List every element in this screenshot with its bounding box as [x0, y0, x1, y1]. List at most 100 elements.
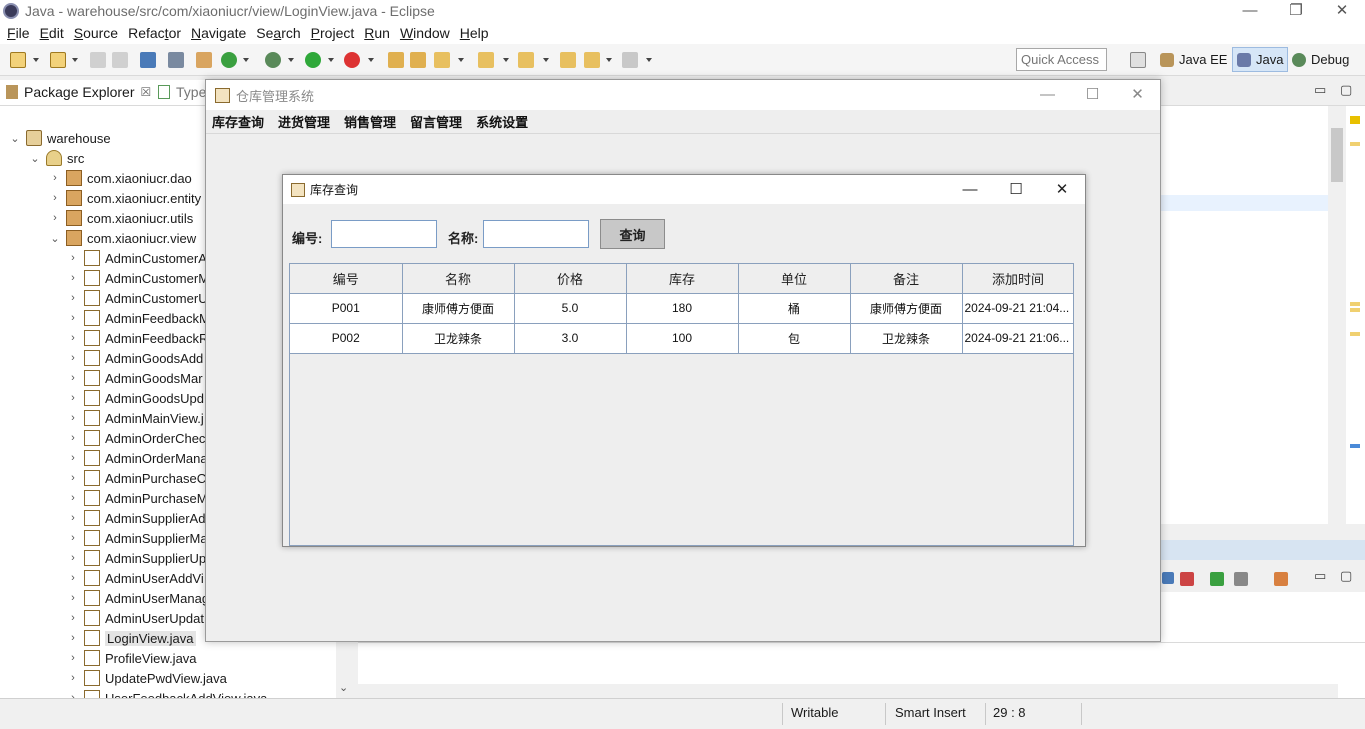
chevron-right-icon[interactable]: ›: [68, 652, 78, 664]
chevron-down-icon[interactable]: [458, 58, 464, 62]
tab-package-explorer[interactable]: Package Explorer ☒: [6, 84, 151, 100]
chevron-right-icon[interactable]: ›: [68, 372, 78, 384]
editor-horizontal-scrollbar[interactable]: [1160, 524, 1346, 538]
chevron-down-icon[interactable]: [646, 58, 652, 62]
tree-item[interactable]: ⌄ com.xiaoniucr.view: [50, 228, 196, 248]
tree-item[interactable]: › AdminSupplierMa: [68, 528, 208, 548]
menu-item[interactable]: Search: [256, 25, 300, 41]
tree-item[interactable]: › AdminSupplierAd: [68, 508, 205, 528]
table-cell[interactable]: 卫龙辣条: [850, 323, 963, 354]
warning-marker[interactable]: [1350, 116, 1360, 124]
remove-launch-icon[interactable]: [1180, 572, 1194, 586]
quick-access-input[interactable]: [1016, 48, 1107, 71]
save-icon[interactable]: [90, 52, 106, 68]
save-all-icon[interactable]: [112, 52, 128, 68]
open-console-icon[interactable]: [1274, 572, 1288, 586]
table-cell[interactable]: 桶: [738, 293, 851, 324]
menu-item[interactable]: Window: [400, 25, 450, 41]
prev-annotation-icon[interactable]: [518, 52, 534, 68]
chevron-down-icon[interactable]: [288, 58, 294, 62]
tree-item[interactable]: › AdminCustomerU: [68, 288, 208, 308]
tree-item[interactable]: › AdminGoodsMar: [68, 368, 203, 388]
chevron-down-icon[interactable]: [328, 58, 334, 62]
perspective-java[interactable]: Java: [1232, 47, 1289, 72]
column-header[interactable]: 备注: [850, 264, 963, 294]
chevron-right-icon[interactable]: ›: [68, 672, 78, 684]
table-row[interactable]: P002 卫龙辣条 3.0 100 包卫龙辣条 2024-09-21 21:06...: [290, 323, 1073, 354]
chevron-right-icon[interactable]: ›: [68, 492, 78, 504]
chevron-right-icon[interactable]: ›: [68, 452, 78, 464]
back-arrow-icon[interactable]: [584, 52, 600, 68]
debug-icon[interactable]: [265, 52, 281, 68]
table-cell[interactable]: 180: [626, 293, 739, 324]
display-console-icon[interactable]: [1234, 572, 1248, 586]
chevron-right-icon[interactable]: ›: [68, 272, 78, 284]
column-header[interactable]: 库存: [626, 264, 739, 294]
tree-item[interactable]: › AdminFeedbackR: [68, 328, 208, 348]
new-icon[interactable]: [10, 52, 26, 68]
chevron-right-icon[interactable]: ›: [68, 552, 78, 564]
code-editor[interactable]: [1160, 106, 1328, 524]
tree-item[interactable]: › AdminCustomerM: [68, 268, 209, 288]
annotation-marker[interactable]: [1350, 302, 1360, 306]
tree-item[interactable]: › LoginView.java: [68, 628, 196, 648]
last-edit-icon[interactable]: [560, 52, 576, 68]
maximize-icon[interactable]: ▢: [1340, 82, 1352, 98]
minimize-icon[interactable]: ▭: [1314, 82, 1326, 98]
minimize-button[interactable]: —: [1025, 80, 1070, 110]
tree-item[interactable]: › AdminUserUpdat: [68, 608, 204, 628]
chevron-down-icon[interactable]: [503, 58, 509, 62]
chevron-right-icon[interactable]: ›: [68, 292, 78, 304]
next-annotation-icon[interactable]: [478, 52, 494, 68]
chevron-right-icon[interactable]: ›: [68, 472, 78, 484]
external-tools-icon[interactable]: [344, 52, 360, 68]
search-icon[interactable]: [434, 52, 450, 68]
refresh-icon[interactable]: [221, 52, 237, 68]
tree-item[interactable]: › AdminOrderMana: [68, 448, 208, 468]
tree-item[interactable]: › UserFeedbackAddView.java: [68, 688, 267, 698]
column-header[interactable]: 单位: [738, 264, 851, 294]
tree-item[interactable]: › AdminFeedbackM: [68, 308, 210, 328]
perspective-debug[interactable]: Debug: [1288, 47, 1353, 72]
tree-item[interactable]: › UpdatePwdView.java: [68, 668, 227, 688]
tree-item[interactable]: › com.xiaoniucr.utils: [50, 208, 193, 228]
column-header[interactable]: 编号: [290, 264, 403, 294]
tree-item[interactable]: › AdminCustomerA: [68, 248, 207, 268]
chevron-down-icon[interactable]: [543, 58, 549, 62]
menu-inventory-query[interactable]: 库存查询: [212, 112, 264, 131]
chevron-right-icon[interactable]: ›: [68, 532, 78, 544]
menu-item[interactable]: File: [7, 25, 30, 41]
table-cell[interactable]: 包: [738, 323, 851, 354]
tree-item[interactable]: › AdminUserManag: [68, 588, 209, 608]
name-input[interactable]: [483, 220, 589, 248]
chevron-down-icon[interactable]: [33, 58, 39, 62]
menu-item[interactable]: Navigate: [191, 25, 246, 41]
chevron-right-icon[interactable]: ›: [68, 312, 78, 324]
tree-item[interactable]: › com.xiaoniucr.dao: [50, 168, 192, 188]
menu-system-settings[interactable]: 系统设置: [476, 112, 528, 131]
inventory-window-title-bar[interactable]: 库存查询 — ☐ ✕: [283, 175, 1085, 204]
console-display-icon[interactable]: [1162, 572, 1174, 584]
chevron-down-icon[interactable]: [368, 58, 374, 62]
search-marker[interactable]: [1350, 444, 1360, 448]
annotation-marker[interactable]: [1350, 142, 1360, 146]
menu-sales-management[interactable]: 销售管理: [344, 112, 396, 131]
build-icon[interactable]: [196, 52, 212, 68]
menu-item[interactable]: Run: [364, 25, 390, 41]
minimize-button[interactable]: —: [1227, 0, 1273, 22]
menu-item[interactable]: Source: [74, 25, 118, 41]
column-header[interactable]: 价格: [514, 264, 627, 294]
chevron-down-icon[interactable]: ⌄: [339, 681, 348, 694]
new-package-icon[interactable]: [50, 52, 66, 68]
tree-item[interactable]: › com.xiaoniucr.entity: [50, 188, 201, 208]
chevron-right-icon[interactable]: ›: [50, 212, 60, 224]
table-cell[interactable]: 卫龙辣条: [402, 323, 515, 354]
perspective-java-ee[interactable]: Java EE: [1156, 47, 1231, 72]
chevron-down-icon[interactable]: [243, 58, 249, 62]
chevron-right-icon[interactable]: ›: [68, 592, 78, 604]
chevron-right-icon[interactable]: ›: [50, 192, 60, 204]
menu-item[interactable]: Help: [460, 25, 489, 41]
chevron-down-icon[interactable]: [606, 58, 612, 62]
table-cell[interactable]: 5.0: [514, 293, 627, 324]
tree-item[interactable]: › AdminOrderChec: [68, 428, 205, 448]
